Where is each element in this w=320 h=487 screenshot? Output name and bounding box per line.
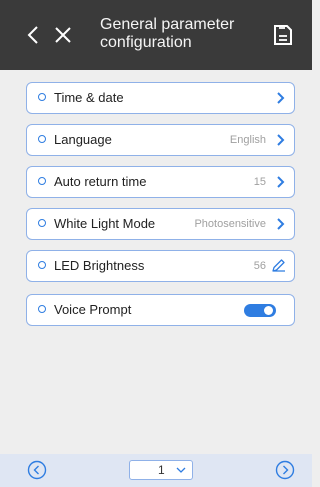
back-button[interactable] bbox=[20, 22, 46, 48]
setting-label: Voice Prompt bbox=[54, 302, 132, 317]
header-bar: General parameter configuration bbox=[0, 0, 312, 70]
setting-value: Photosensitive bbox=[194, 218, 266, 230]
bullet-icon bbox=[38, 177, 46, 185]
save-button[interactable] bbox=[270, 22, 296, 48]
setting-auto-return-time[interactable]: Auto return time 15 bbox=[26, 166, 295, 198]
bullet-icon bbox=[38, 135, 46, 143]
chevron-right-icon bbox=[277, 176, 285, 188]
setting-value: 15 bbox=[253, 176, 266, 188]
setting-language[interactable]: Language English bbox=[26, 124, 295, 156]
voice-prompt-toggle[interactable] bbox=[244, 304, 276, 317]
chevron-right-icon bbox=[277, 92, 285, 104]
close-icon bbox=[55, 27, 71, 43]
pencil-icon[interactable] bbox=[271, 258, 286, 273]
page-title: General parameter configuration bbox=[100, 16, 270, 52]
chevron-right-icon bbox=[277, 134, 285, 146]
setting-white-light-mode[interactable]: White Light Mode Photosensitive bbox=[26, 208, 295, 240]
setting-time-date[interactable]: Time & date bbox=[26, 82, 295, 114]
setting-label: White Light Mode bbox=[54, 216, 156, 231]
setting-value: 56 bbox=[253, 260, 266, 272]
bullet-icon bbox=[38, 219, 46, 227]
setting-label: LED Brightness bbox=[54, 258, 145, 273]
bullet-icon bbox=[38, 305, 46, 313]
close-button[interactable] bbox=[50, 22, 76, 48]
setting-label: Language bbox=[54, 132, 112, 147]
back-icon bbox=[27, 26, 38, 44]
title-line-2: configuration bbox=[100, 34, 192, 51]
chevron-right-icon bbox=[277, 218, 285, 230]
setting-value: English bbox=[229, 134, 266, 146]
chevron-down-icon bbox=[176, 467, 186, 473]
setting-label: Time & date bbox=[54, 90, 124, 105]
current-page-number: 1 bbox=[158, 463, 165, 477]
bullet-icon bbox=[38, 93, 46, 101]
pagination-bar: 1 bbox=[0, 454, 312, 487]
previous-page-button[interactable] bbox=[27, 460, 47, 480]
setting-label: Auto return time bbox=[54, 174, 147, 189]
setting-led-brightness[interactable]: LED Brightness 56 bbox=[26, 250, 295, 282]
toggle-knob bbox=[264, 306, 273, 315]
bullet-icon bbox=[38, 261, 46, 269]
title-line-1: General parameter bbox=[100, 16, 235, 33]
setting-voice-prompt[interactable]: Voice Prompt bbox=[26, 294, 295, 326]
save-icon bbox=[274, 25, 292, 45]
next-page-button[interactable] bbox=[275, 460, 295, 480]
settings-list: Time & date Language English Auto return… bbox=[0, 70, 312, 454]
page-select[interactable]: 1 bbox=[129, 460, 193, 480]
